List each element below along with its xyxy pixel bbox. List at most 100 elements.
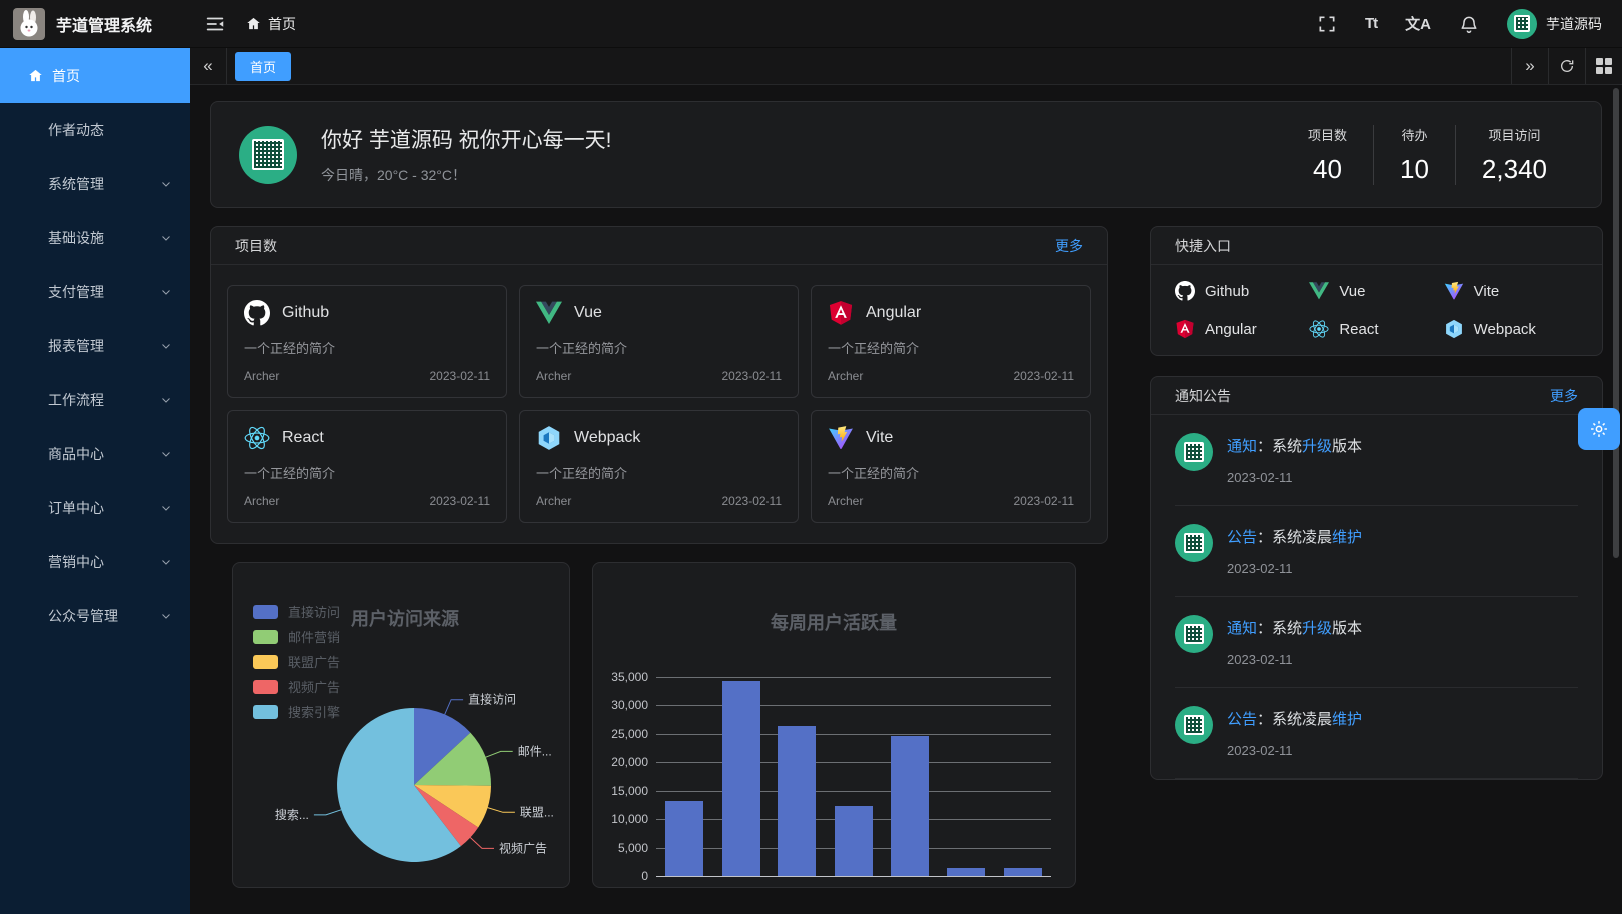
bell-icon[interactable] xyxy=(1459,14,1479,34)
shortcut-github[interactable]: Github xyxy=(1175,281,1309,301)
bar-1 xyxy=(722,681,760,876)
shortcut-angular[interactable]: Angular xyxy=(1175,319,1309,339)
project-card-header: Angular xyxy=(828,300,1074,326)
sidebar-item-10[interactable]: 公众号管理 xyxy=(0,589,190,643)
notice-item-1[interactable]: 公告：系统凌晨维护2023-02-11 xyxy=(1175,506,1578,597)
sidebar-item-9[interactable]: 营销中心 xyxy=(0,535,190,589)
refresh-icon[interactable] xyxy=(1548,48,1585,84)
legend-item-3[interactable]: 视频广告 xyxy=(253,674,340,699)
locale-icon[interactable]: 文A xyxy=(1405,13,1431,34)
pie-legend: 直接访问邮件营销联盟广告视频广告搜索引擎 xyxy=(253,599,340,724)
project-card-vite[interactable]: Vite一个正经的简介Archer2023-02-11 xyxy=(811,410,1091,523)
home-icon xyxy=(246,16,261,31)
projects-more-link[interactable]: 更多 xyxy=(1055,236,1083,256)
project-card-vue[interactable]: Vue一个正经的简介Archer2023-02-11 xyxy=(519,285,799,398)
fullscreen-icon[interactable] xyxy=(1317,14,1337,34)
app-logo xyxy=(13,8,45,40)
shortcut-webpack[interactable]: Webpack xyxy=(1444,319,1578,339)
y-axis-tick: 35,000 xyxy=(593,670,648,684)
breadcrumb[interactable]: 首页 xyxy=(246,14,296,34)
angular-icon xyxy=(828,300,854,326)
notice-title-part: 维护 xyxy=(1332,711,1362,728)
sidebar-item-1[interactable]: 作者动态 xyxy=(0,103,190,157)
welcome-stats: 项目数40待办10项目访问2,340 xyxy=(1282,125,1573,185)
sidebar-item-7[interactable]: 商品中心 xyxy=(0,427,190,481)
project-name: Vue xyxy=(574,304,602,322)
sidebar-item-label: 首页 xyxy=(52,66,80,86)
sidebar: 首页作者动态系统管理基础设施支付管理报表管理工作流程商品中心订单中心营销中心公众… xyxy=(0,48,190,914)
shortcuts-title: 快捷入口 xyxy=(1175,236,1231,256)
sidebar-item-label: 系统管理 xyxy=(48,174,104,194)
legend-item-1[interactable]: 邮件营销 xyxy=(253,624,340,649)
project-card-header: Vue xyxy=(536,300,782,326)
notices-more-link[interactable]: 更多 xyxy=(1550,386,1578,406)
stat-label: 项目访问 xyxy=(1488,128,1540,143)
user-menu[interactable]: 芋道源码 xyxy=(1507,9,1602,39)
legend-item-4[interactable]: 搜索引擎 xyxy=(253,699,340,724)
legend-item-0[interactable]: 直接访问 xyxy=(253,599,340,624)
x-axis-label: 周五 xyxy=(882,885,938,888)
notice-title-part: 升级 xyxy=(1302,620,1332,637)
pie-label: 联盟... xyxy=(520,805,554,819)
project-desc: 一个正经的简介 xyxy=(244,338,490,357)
notice-title-part: 版本 xyxy=(1332,438,1362,455)
project-author: Archer xyxy=(828,494,863,508)
tabs-scroll-left-icon[interactable]: « xyxy=(190,48,227,84)
sidebar-item-label: 报表管理 xyxy=(48,336,104,356)
project-desc: 一个正经的简介 xyxy=(536,338,782,357)
notice-title-part: ：系统 xyxy=(1257,438,1302,455)
legend-item-2[interactable]: 联盟广告 xyxy=(253,649,340,674)
sidebar-item-5[interactable]: 报表管理 xyxy=(0,319,190,373)
sidebar-item-6[interactable]: 工作流程 xyxy=(0,373,190,427)
notice-title-part: 通知 xyxy=(1227,620,1257,637)
sidebar-item-2[interactable]: 系统管理 xyxy=(0,157,190,211)
legend-swatch xyxy=(253,630,278,644)
sidebar-item-0[interactable]: 首页 xyxy=(0,48,190,103)
project-footer: Archer2023-02-11 xyxy=(536,494,782,508)
notice-item-2[interactable]: 通知：系统升级版本2023-02-11 xyxy=(1175,597,1578,688)
sidebar-item-4[interactable]: 支付管理 xyxy=(0,265,190,319)
stat-value: 2,340 xyxy=(1482,154,1547,185)
shortcut-react[interactable]: React xyxy=(1309,319,1443,339)
project-author: Archer xyxy=(536,494,571,508)
y-axis-tick: 5,000 xyxy=(593,841,648,855)
scrollbar-thumb[interactable] xyxy=(1613,88,1619,558)
bar-4 xyxy=(891,736,929,876)
font-size-icon[interactable]: Tt xyxy=(1365,15,1377,32)
welcome-card: 你好 芋道源码 祝你开心每一天! 今日晴，20°C - 32°C！ 项目数40待… xyxy=(210,101,1602,208)
sidebar-item-label: 支付管理 xyxy=(48,282,104,302)
project-name: Vite xyxy=(866,429,893,447)
notice-item-0[interactable]: 通知：系统升级版本2023-02-11 xyxy=(1175,415,1578,506)
tab-home[interactable]: 首页 xyxy=(235,52,291,81)
tabs-scroll-right-icon[interactable]: » xyxy=(1511,48,1548,84)
shortcuts-header: 快捷入口 xyxy=(1151,227,1602,265)
notice-title: 公告：系统凌晨维护 xyxy=(1227,708,1362,729)
project-card-angular[interactable]: Angular一个正经的简介Archer2023-02-11 xyxy=(811,285,1091,398)
project-desc: 一个正经的简介 xyxy=(244,463,490,482)
sidebar-item-8[interactable]: 订单中心 xyxy=(0,481,190,535)
pie-label-line xyxy=(314,810,341,815)
project-desc: 一个正经的简介 xyxy=(536,463,782,482)
sidebar-item-3[interactable]: 基础设施 xyxy=(0,211,190,265)
project-card-webpack[interactable]: Webpack一个正经的简介Archer2023-02-11 xyxy=(519,410,799,523)
settings-gear-button[interactable] xyxy=(1578,408,1620,450)
vue-icon xyxy=(1309,281,1329,301)
project-card-github[interactable]: Github一个正经的简介Archer2023-02-11 xyxy=(227,285,507,398)
notice-avatar xyxy=(1175,706,1213,744)
bar-3 xyxy=(835,806,873,876)
bar-gridline xyxy=(656,705,1051,706)
shortcut-vue[interactable]: Vue xyxy=(1309,281,1443,301)
project-name: Github xyxy=(282,304,329,322)
chevron-down-icon xyxy=(160,232,172,244)
pie-label: 邮件... xyxy=(518,744,552,758)
stat-0: 项目数40 xyxy=(1282,125,1373,185)
bar-6 xyxy=(1004,868,1042,876)
menu-fold-icon[interactable] xyxy=(204,13,226,35)
shortcut-vite[interactable]: Vite xyxy=(1444,281,1578,301)
project-card-react[interactable]: React一个正经的简介Archer2023-02-11 xyxy=(227,410,507,523)
project-date: 2023-02-11 xyxy=(430,369,491,383)
notice-item-3[interactable]: 公告：系统凌晨维护 2023-02-11 xyxy=(1175,688,1578,779)
notice-date: 2023-02-11 xyxy=(1227,743,1362,758)
shortcut-label: Vite xyxy=(1474,283,1500,300)
tabs-menu-icon[interactable] xyxy=(1585,48,1622,84)
